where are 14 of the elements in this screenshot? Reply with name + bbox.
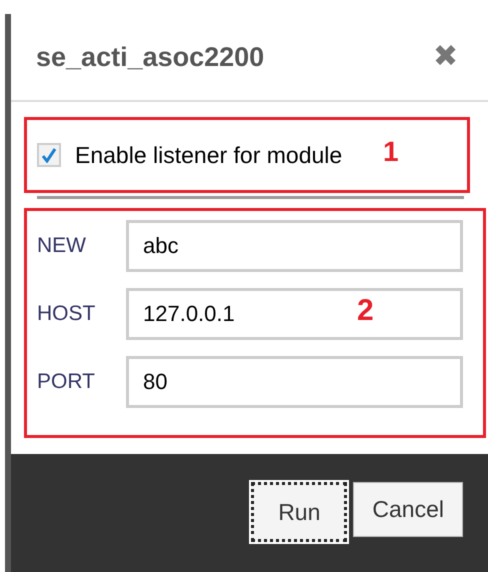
field-label: PORT <box>37 369 96 396</box>
close-button[interactable]: ✖ <box>433 42 458 72</box>
annotation-number: 2 <box>357 296 374 326</box>
field-label: HOST <box>37 301 96 328</box>
checkbox[interactable] <box>37 143 61 167</box>
annotation-number: 1 <box>383 138 399 166</box>
dialog-button[interactable]: Run <box>251 482 348 542</box>
text-field[interactable]: 80 <box>126 356 463 408</box>
dialog-button[interactable]: Cancel <box>353 482 463 537</box>
text-field[interactable]: abc <box>126 220 463 272</box>
checkmark-icon <box>41 147 57 163</box>
checkbox-label: Enable listener for module <box>75 140 342 170</box>
dialog-title: se_acti_asoc2200 <box>36 40 264 74</box>
field-label: NEW <box>37 233 87 260</box>
